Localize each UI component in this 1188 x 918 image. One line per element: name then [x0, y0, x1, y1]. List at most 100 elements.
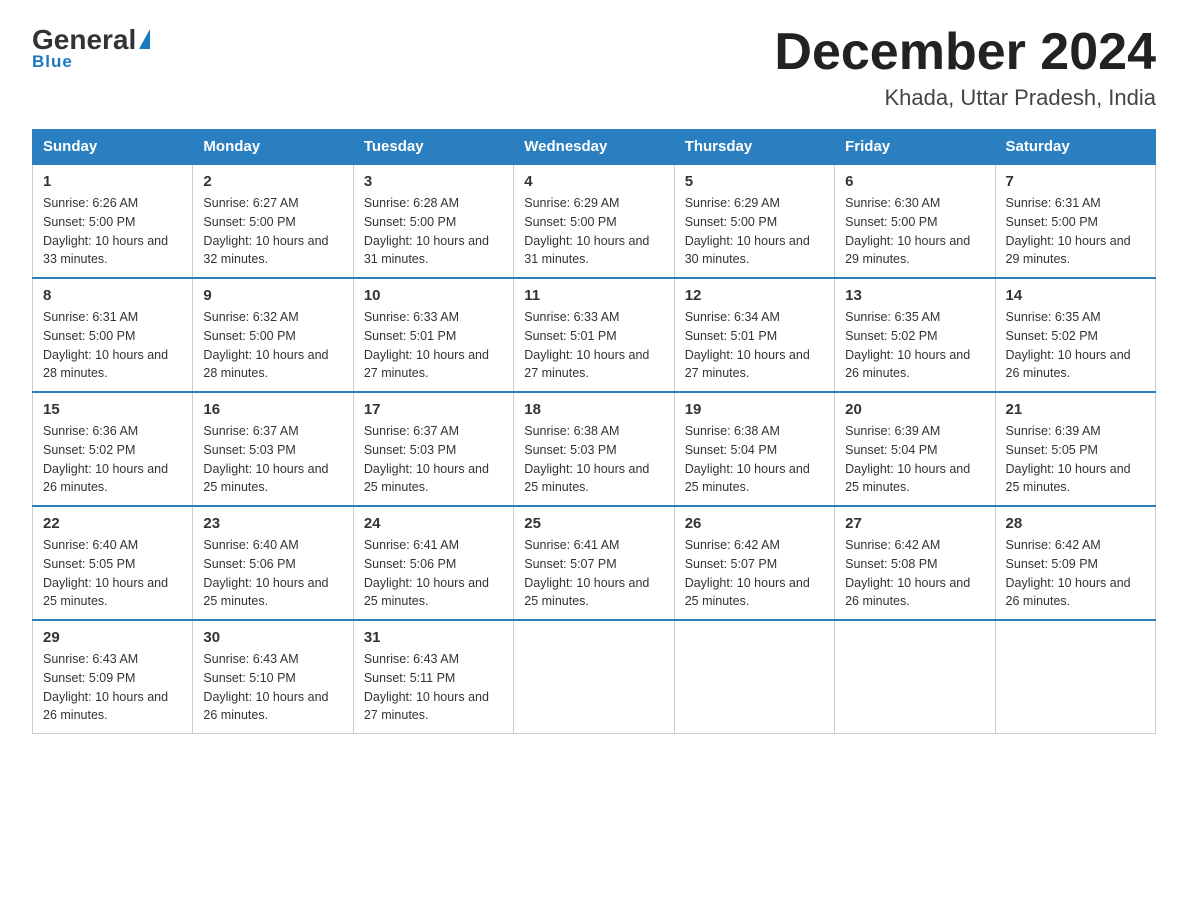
- sunset-label: Sunset: 5:00 PM: [203, 329, 295, 343]
- day-cell: 14 Sunrise: 6:35 AM Sunset: 5:02 PM Dayl…: [995, 278, 1155, 392]
- sunset-label: Sunset: 5:11 PM: [364, 671, 456, 685]
- day-info: Sunrise: 6:40 AM Sunset: 5:05 PM Dayligh…: [43, 536, 182, 611]
- sunrise-label: Sunrise: 6:29 AM: [524, 196, 619, 210]
- week-row-1: 1 Sunrise: 6:26 AM Sunset: 5:00 PM Dayli…: [33, 164, 1156, 278]
- day-info: Sunrise: 6:40 AM Sunset: 5:06 PM Dayligh…: [203, 536, 342, 611]
- calendar-title: December 2024: [774, 24, 1156, 81]
- logo-triangle-icon: [139, 29, 150, 49]
- day-number: 5: [685, 173, 824, 190]
- day-cell: 9 Sunrise: 6:32 AM Sunset: 5:00 PM Dayli…: [193, 278, 353, 392]
- day-cell: [995, 620, 1155, 734]
- sunrise-label: Sunrise: 6:42 AM: [685, 538, 780, 552]
- days-of-week-row: Sunday Monday Tuesday Wednesday Thursday…: [33, 130, 1156, 165]
- sunrise-label: Sunrise: 6:42 AM: [1006, 538, 1101, 552]
- sunrise-label: Sunrise: 6:38 AM: [685, 424, 780, 438]
- day-info: Sunrise: 6:41 AM Sunset: 5:06 PM Dayligh…: [364, 536, 503, 611]
- day-number: 10: [364, 287, 503, 304]
- sunrise-label: Sunrise: 6:36 AM: [43, 424, 138, 438]
- day-cell: 13 Sunrise: 6:35 AM Sunset: 5:02 PM Dayl…: [835, 278, 995, 392]
- daylight-label: Daylight: 10 hours and 28 minutes.: [43, 348, 168, 381]
- sunset-label: Sunset: 5:00 PM: [364, 215, 456, 229]
- day-number: 31: [364, 629, 503, 646]
- day-number: 25: [524, 515, 663, 532]
- sunrise-label: Sunrise: 6:41 AM: [364, 538, 459, 552]
- day-number: 3: [364, 173, 503, 190]
- sunset-label: Sunset: 5:04 PM: [845, 443, 937, 457]
- daylight-label: Daylight: 10 hours and 32 minutes.: [203, 234, 328, 267]
- sunset-label: Sunset: 5:05 PM: [1006, 443, 1098, 457]
- day-cell: 6 Sunrise: 6:30 AM Sunset: 5:00 PM Dayli…: [835, 164, 995, 278]
- daylight-label: Daylight: 10 hours and 25 minutes.: [685, 462, 810, 495]
- day-info: Sunrise: 6:35 AM Sunset: 5:02 PM Dayligh…: [1006, 308, 1145, 383]
- daylight-label: Daylight: 10 hours and 26 minutes.: [845, 348, 970, 381]
- day-cell: 30 Sunrise: 6:43 AM Sunset: 5:10 PM Dayl…: [193, 620, 353, 734]
- day-number: 11: [524, 287, 663, 304]
- daylight-label: Daylight: 10 hours and 26 minutes.: [43, 690, 168, 723]
- daylight-label: Daylight: 10 hours and 25 minutes.: [845, 462, 970, 495]
- day-cell: [674, 620, 834, 734]
- sunrise-label: Sunrise: 6:28 AM: [364, 196, 459, 210]
- sunset-label: Sunset: 5:09 PM: [43, 671, 135, 685]
- page-header: General Blue December 2024 Khada, Uttar …: [32, 24, 1156, 111]
- calendar-title-area: December 2024 Khada, Uttar Pradesh, Indi…: [774, 24, 1156, 111]
- day-number: 1: [43, 173, 182, 190]
- day-cell: 21 Sunrise: 6:39 AM Sunset: 5:05 PM Dayl…: [995, 392, 1155, 506]
- sunrise-label: Sunrise: 6:31 AM: [43, 310, 138, 324]
- col-friday: Friday: [835, 130, 995, 165]
- daylight-label: Daylight: 10 hours and 27 minutes.: [685, 348, 810, 381]
- sunrise-label: Sunrise: 6:33 AM: [524, 310, 619, 324]
- day-number: 9: [203, 287, 342, 304]
- day-cell: 20 Sunrise: 6:39 AM Sunset: 5:04 PM Dayl…: [835, 392, 995, 506]
- day-info: Sunrise: 6:38 AM Sunset: 5:04 PM Dayligh…: [685, 422, 824, 497]
- day-number: 16: [203, 401, 342, 418]
- day-number: 6: [845, 173, 984, 190]
- day-info: Sunrise: 6:33 AM Sunset: 5:01 PM Dayligh…: [524, 308, 663, 383]
- day-cell: 24 Sunrise: 6:41 AM Sunset: 5:06 PM Dayl…: [353, 506, 513, 620]
- sunrise-label: Sunrise: 6:41 AM: [524, 538, 619, 552]
- day-info: Sunrise: 6:29 AM Sunset: 5:00 PM Dayligh…: [524, 194, 663, 269]
- day-cell: 4 Sunrise: 6:29 AM Sunset: 5:00 PM Dayli…: [514, 164, 674, 278]
- sunrise-label: Sunrise: 6:37 AM: [364, 424, 459, 438]
- day-info: Sunrise: 6:31 AM Sunset: 5:00 PM Dayligh…: [1006, 194, 1145, 269]
- day-number: 13: [845, 287, 984, 304]
- sunset-label: Sunset: 5:04 PM: [685, 443, 777, 457]
- day-number: 12: [685, 287, 824, 304]
- day-cell: 5 Sunrise: 6:29 AM Sunset: 5:00 PM Dayli…: [674, 164, 834, 278]
- sunset-label: Sunset: 5:09 PM: [1006, 557, 1098, 571]
- day-cell: 11 Sunrise: 6:33 AM Sunset: 5:01 PM Dayl…: [514, 278, 674, 392]
- sunrise-label: Sunrise: 6:40 AM: [43, 538, 138, 552]
- sunrise-label: Sunrise: 6:33 AM: [364, 310, 459, 324]
- week-row-5: 29 Sunrise: 6:43 AM Sunset: 5:09 PM Dayl…: [33, 620, 1156, 734]
- daylight-label: Daylight: 10 hours and 25 minutes.: [524, 462, 649, 495]
- daylight-label: Daylight: 10 hours and 30 minutes.: [685, 234, 810, 267]
- daylight-label: Daylight: 10 hours and 25 minutes.: [364, 462, 489, 495]
- week-row-3: 15 Sunrise: 6:36 AM Sunset: 5:02 PM Dayl…: [33, 392, 1156, 506]
- day-number: 15: [43, 401, 182, 418]
- sunrise-label: Sunrise: 6:35 AM: [1006, 310, 1101, 324]
- daylight-label: Daylight: 10 hours and 29 minutes.: [845, 234, 970, 267]
- sunset-label: Sunset: 5:07 PM: [685, 557, 777, 571]
- day-info: Sunrise: 6:28 AM Sunset: 5:00 PM Dayligh…: [364, 194, 503, 269]
- day-number: 8: [43, 287, 182, 304]
- sunset-label: Sunset: 5:00 PM: [203, 215, 295, 229]
- day-info: Sunrise: 6:41 AM Sunset: 5:07 PM Dayligh…: [524, 536, 663, 611]
- sunrise-label: Sunrise: 6:32 AM: [203, 310, 298, 324]
- day-info: Sunrise: 6:43 AM Sunset: 5:09 PM Dayligh…: [43, 650, 182, 725]
- sunrise-label: Sunrise: 6:38 AM: [524, 424, 619, 438]
- day-info: Sunrise: 6:37 AM Sunset: 5:03 PM Dayligh…: [364, 422, 503, 497]
- col-monday: Monday: [193, 130, 353, 165]
- logo-blue-text: Blue: [32, 52, 73, 72]
- sunset-label: Sunset: 5:08 PM: [845, 557, 937, 571]
- day-info: Sunrise: 6:43 AM Sunset: 5:11 PM Dayligh…: [364, 650, 503, 725]
- daylight-label: Daylight: 10 hours and 25 minutes.: [364, 576, 489, 609]
- daylight-label: Daylight: 10 hours and 26 minutes.: [203, 690, 328, 723]
- sunrise-label: Sunrise: 6:34 AM: [685, 310, 780, 324]
- day-cell: 16 Sunrise: 6:37 AM Sunset: 5:03 PM Dayl…: [193, 392, 353, 506]
- day-cell: 10 Sunrise: 6:33 AM Sunset: 5:01 PM Dayl…: [353, 278, 513, 392]
- daylight-label: Daylight: 10 hours and 26 minutes.: [1006, 576, 1131, 609]
- week-row-2: 8 Sunrise: 6:31 AM Sunset: 5:00 PM Dayli…: [33, 278, 1156, 392]
- daylight-label: Daylight: 10 hours and 27 minutes.: [364, 690, 489, 723]
- day-info: Sunrise: 6:31 AM Sunset: 5:00 PM Dayligh…: [43, 308, 182, 383]
- day-info: Sunrise: 6:42 AM Sunset: 5:09 PM Dayligh…: [1006, 536, 1145, 611]
- day-cell: 15 Sunrise: 6:36 AM Sunset: 5:02 PM Dayl…: [33, 392, 193, 506]
